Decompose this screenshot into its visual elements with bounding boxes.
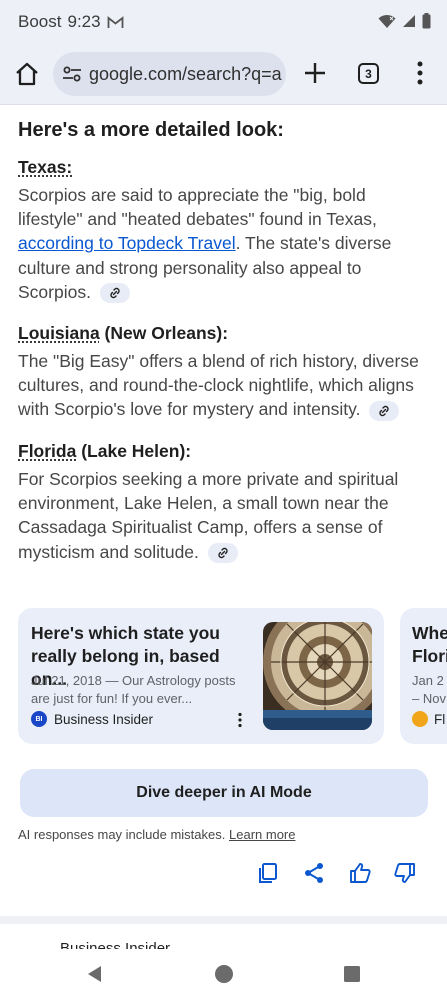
section-text-texas: Scorpios are said to appreciate the "big… xyxy=(18,183,434,304)
gmail-icon xyxy=(107,16,124,29)
source-card[interactable]: Whe Flori Jan 2 – Nov Fl xyxy=(400,608,447,744)
status-left: Boost 9:23 xyxy=(18,12,124,32)
home-nav-icon[interactable] xyxy=(214,964,234,984)
status-bar: Boost 9:23 xyxy=(0,0,447,44)
clock: 9:23 xyxy=(67,12,100,32)
source-card[interactable]: Here's which state you really belong in,… xyxy=(18,608,384,744)
card-source: BI Business Insider xyxy=(31,711,153,727)
section-title-louisiana[interactable]: Louisiana (New Orleans): xyxy=(18,323,228,344)
more-vert-icon[interactable] xyxy=(412,59,428,87)
link-icon xyxy=(377,404,391,418)
section-title-florida[interactable]: Florida (Lake Helen): xyxy=(18,441,191,462)
disclaimer-text: AI responses may include mistakes. xyxy=(18,827,225,842)
tab-count: 3 xyxy=(365,67,372,81)
card-title[interactable]: Whe Flori xyxy=(412,622,447,668)
section-text-florida: For Scorpios seeking a more private and … xyxy=(18,467,434,564)
copy-icon[interactable] xyxy=(257,862,279,884)
louisiana-title-rest: (New Orleans): xyxy=(100,323,228,343)
florida-title-rest: (Lake Helen): xyxy=(76,441,191,461)
card-title-line: Flori xyxy=(412,645,447,668)
florida-link[interactable]: Florida xyxy=(18,441,76,461)
card-more-icon[interactable] xyxy=(236,712,244,728)
thumbs-down-icon[interactable] xyxy=(394,862,416,884)
card-title-line: Whe xyxy=(412,622,447,645)
card-snippet-line: Jan 2 xyxy=(412,672,446,690)
home-icon[interactable] xyxy=(14,61,40,87)
battery-icon xyxy=(422,13,431,29)
ai-mode-button-label: Dive deeper in AI Mode xyxy=(136,784,311,802)
system-nav-bar xyxy=(0,950,447,1000)
share-icon[interactable] xyxy=(303,862,325,884)
section-title-text[interactable]: Texas: xyxy=(18,157,72,177)
status-right xyxy=(378,13,431,29)
back-icon[interactable] xyxy=(86,965,104,983)
wifi-icon xyxy=(378,14,396,29)
detail-heading: Here's a more detailed look: xyxy=(18,119,284,142)
card-snippet: Jan 2 – Nov xyxy=(412,672,446,708)
section-divider xyxy=(0,916,447,924)
url-text[interactable]: google.com/search?q=a xyxy=(89,64,282,85)
topdeck-travel-link[interactable]: according to Topdeck Travel xyxy=(18,233,236,253)
new-tab-icon[interactable] xyxy=(303,61,327,85)
source-link-chip[interactable] xyxy=(100,283,130,303)
link-icon xyxy=(216,546,230,560)
browser-toolbar: google.com/search?q=a 3 xyxy=(0,44,447,105)
ai-disclaimer: AI responses may include mistakes. Learn… xyxy=(18,827,295,842)
card-source: Fl xyxy=(412,711,445,727)
zodiac-wheel-thumbnail xyxy=(263,622,372,730)
signal-icon xyxy=(402,14,416,28)
site-settings-icon[interactable] xyxy=(61,63,83,85)
business-insider-logo: BI xyxy=(31,711,47,727)
card-source-name: Fl xyxy=(434,712,445,727)
source-logo xyxy=(412,711,428,727)
learn-more-link[interactable]: Learn more xyxy=(229,827,295,842)
tab-switcher-button[interactable]: 3 xyxy=(358,63,379,84)
source-link-chip[interactable] xyxy=(208,543,238,563)
louisiana-link[interactable]: Louisiana xyxy=(18,323,100,343)
dive-deeper-ai-mode-button[interactable]: Dive deeper in AI Mode xyxy=(20,769,428,817)
section-text-louisiana: The "Big Easy" offers a blend of rich hi… xyxy=(18,349,434,422)
card-snippet-line: – Nov xyxy=(412,690,446,708)
source-link-chip[interactable] xyxy=(369,401,399,421)
below-fold-result-text: Business Insider xyxy=(60,940,170,949)
card-snippet: Jul 21, 2018 — Our Astrology posts are j… xyxy=(31,672,253,708)
section-title-texas[interactable]: Texas: xyxy=(18,157,72,178)
address-bar[interactable]: google.com/search?q=a xyxy=(53,52,286,96)
recents-icon[interactable] xyxy=(343,965,361,983)
card-source-name: Business Insider xyxy=(54,712,153,727)
louisiana-text: The "Big Easy" offers a blend of rich hi… xyxy=(18,351,419,419)
link-icon xyxy=(108,286,122,300)
texas-text-start: Scorpios are said to appreciate the "big… xyxy=(18,185,377,229)
thumbs-up-icon[interactable] xyxy=(349,862,371,884)
carrier-label: Boost xyxy=(18,12,61,32)
